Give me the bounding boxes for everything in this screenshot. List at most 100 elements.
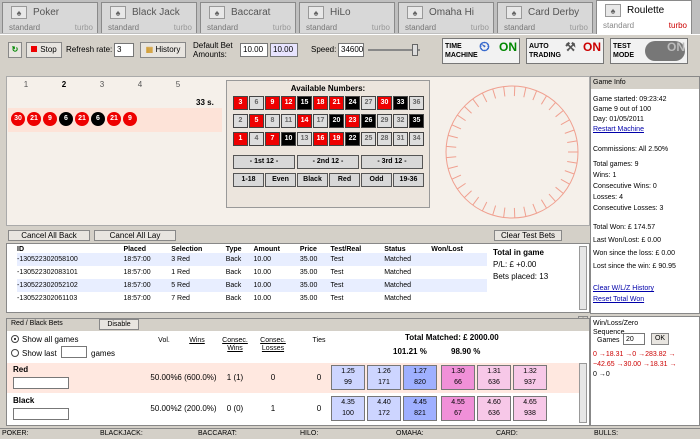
default-bet-back-input[interactable]: 10.00 [240, 43, 268, 57]
back-odds-button[interactable]: 1.26 171 [367, 365, 401, 390]
lay-odds-button[interactable]: 1.30 66 [441, 365, 475, 390]
back-odds-button[interactable]: 1.25 99 [331, 365, 365, 390]
default-bet-lay-input[interactable]: 10.00 [270, 43, 298, 57]
round-tab[interactable]: 3 [84, 80, 120, 92]
tab-standard[interactable]: standard [207, 23, 238, 32]
lay-odds-button[interactable]: 4.60 636 [477, 396, 511, 421]
number-cell[interactable]: 18 [313, 96, 328, 110]
speed-input[interactable]: 34600 [338, 43, 364, 57]
tab-roulette[interactable]: ♠ Roulette standard turbo [596, 0, 692, 34]
outside-bet[interactable]: 19-36 [393, 173, 424, 187]
outside-bet[interactable]: 1-18 [233, 173, 264, 187]
bets-column-header[interactable]: Test/Real [331, 246, 385, 253]
tab-standard[interactable]: standard [306, 23, 337, 32]
number-cell[interactable]: 24 [345, 96, 360, 110]
tab-standard[interactable]: standard [108, 23, 139, 32]
number-cell[interactable]: 19 [329, 132, 344, 146]
bets-column-header[interactable]: ID [17, 246, 123, 253]
bets-column-header[interactable]: Won/Lost [431, 246, 487, 253]
games-input[interactable]: 20 [623, 333, 645, 345]
tab-baccarat[interactable]: ♠ Baccarat standard turbo [200, 2, 296, 33]
bets-column-header[interactable]: Amount [253, 246, 299, 253]
number-cell[interactable]: 27 [361, 96, 376, 110]
cancel-all-lay-button[interactable]: Cancel All Lay [94, 230, 176, 241]
stop-button[interactable]: Stop [26, 42, 62, 58]
lay-odds-button[interactable]: 4.55 67 [441, 396, 475, 421]
number-cell[interactable]: 22 [345, 132, 360, 146]
tab-standard[interactable]: standard [9, 23, 40, 32]
tab-turbo[interactable]: turbo [174, 23, 192, 32]
outside-bet[interactable]: Even [265, 173, 296, 187]
round-tab[interactable]: 5 [160, 80, 196, 92]
tab-turbo[interactable]: turbo [570, 23, 588, 32]
restart-machine-link[interactable]: Restart Machine [593, 126, 644, 133]
back-odds-button[interactable]: 4.40 172 [367, 396, 401, 421]
stake-input[interactable] [13, 377, 69, 389]
bet-row[interactable]: -130522302058100 18:57:00 3 Red Back 10.00 35… [17, 253, 487, 266]
lay-odds-button[interactable]: 4.65 938 [513, 396, 547, 421]
number-cell[interactable]: 34 [409, 132, 424, 146]
stake-input[interactable] [13, 408, 69, 420]
number-cell[interactable]: 35 [409, 114, 424, 128]
number-cell[interactable]: 32 [393, 114, 408, 128]
refresh-icon[interactable]: ↻ [8, 42, 22, 58]
number-cell[interactable]: 28 [377, 132, 392, 146]
bets-column-header[interactable]: Selection [171, 246, 226, 253]
bets-scrollbar[interactable] [579, 246, 587, 310]
dozen-bet[interactable]: - 2nd 12 - [297, 155, 359, 169]
tab-standard[interactable]: standard [504, 23, 535, 32]
bet-row[interactable]: -130522302061103 18:57:00 7 Red Back 10.00 35… [17, 292, 487, 305]
refresh-rate-input[interactable]: 3 [114, 43, 134, 57]
tab-standard[interactable]: standard [603, 21, 634, 30]
test-mode-button[interactable]: TEST MODE ON [610, 38, 688, 64]
bet-row[interactable]: -130522302083101 18:57:00 1 Red Back 10.00 35… [17, 266, 487, 279]
show-last-input[interactable] [61, 346, 87, 358]
number-cell[interactable]: 25 [361, 132, 376, 146]
number-cell[interactable]: 9 [265, 96, 280, 110]
dozen-bet[interactable]: - 3rd 12 - [361, 155, 423, 169]
number-cell[interactable]: 1 [233, 132, 248, 146]
tab-turbo[interactable]: turbo [668, 21, 687, 30]
round-tab[interactable]: 2 [46, 80, 82, 92]
tab-omaha-hi[interactable]: ♠ Omaha Hi standard turbo [398, 2, 494, 33]
bets-column-header[interactable]: Price [300, 246, 331, 253]
number-cell[interactable]: 36 [409, 96, 424, 110]
number-cell[interactable]: 3 [233, 96, 248, 110]
back-odds-button[interactable]: 4.45 821 [403, 396, 437, 421]
auto-trading-button[interactable]: AUTO TRADING ON ⚒ [526, 38, 604, 64]
number-cell[interactable]: 15 [297, 96, 312, 110]
number-cell[interactable]: 6 [249, 96, 264, 110]
number-cell[interactable]: 16 [313, 132, 328, 146]
tab-turbo[interactable]: turbo [273, 23, 291, 32]
number-cell[interactable]: 10 [281, 132, 296, 146]
bet-row[interactable]: -130522302052102 18:57:00 5 Red Back 10.00 35… [17, 279, 487, 292]
tab-card-derby[interactable]: ♠ Card Derby standard turbo [497, 2, 593, 33]
market-header-cell[interactable]: Consec. Wins [215, 337, 255, 353]
show-last-radio[interactable] [11, 349, 19, 357]
show-all-radio[interactable] [11, 335, 19, 343]
number-cell[interactable]: 14 [297, 114, 312, 128]
disable-button[interactable]: Disable [99, 319, 139, 330]
number-cell[interactable]: 26 [361, 114, 376, 128]
number-cell[interactable]: 17 [313, 114, 328, 128]
bets-column-header[interactable]: Status [384, 246, 431, 253]
number-cell[interactable]: 31 [393, 132, 408, 146]
number-cell[interactable]: 5 [249, 114, 264, 128]
number-cell[interactable]: 29 [377, 114, 392, 128]
tab-turbo[interactable]: turbo [75, 23, 93, 32]
lay-odds-button[interactable]: 1.32 937 [513, 365, 547, 390]
number-cell[interactable]: 30 [377, 96, 392, 110]
cancel-all-back-button[interactable]: Cancel All Back [8, 230, 90, 241]
bets-column-header[interactable]: Type [226, 246, 254, 253]
number-cell[interactable]: 2 [233, 114, 248, 128]
number-cell[interactable]: 20 [329, 114, 344, 128]
history-button[interactable]: ▦ History [140, 42, 186, 58]
market-header-cell[interactable]: Wins [177, 337, 217, 345]
round-tab[interactable]: 1 [8, 80, 44, 92]
number-cell[interactable]: 4 [249, 132, 264, 146]
tab-black-jack[interactable]: ♠ Black Jack standard turbo [101, 2, 197, 33]
market-scrollbar[interactable] [579, 363, 587, 423]
number-cell[interactable]: 11 [281, 114, 296, 128]
round-tab[interactable]: 4 [122, 80, 158, 92]
tab-turbo[interactable]: turbo [372, 23, 390, 32]
